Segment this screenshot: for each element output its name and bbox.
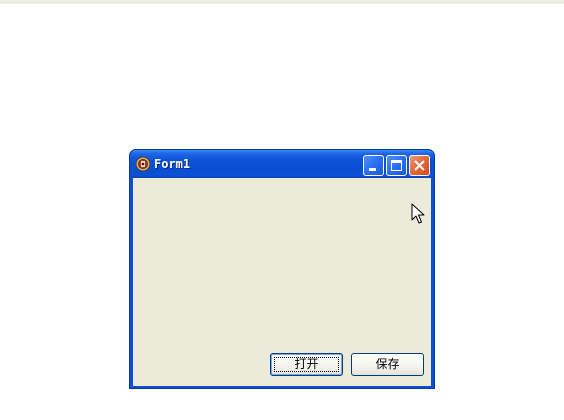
save-button-label: 保存 <box>375 357 400 371</box>
title-bar[interactable]: Form1 <box>130 150 434 178</box>
minimize-button[interactable] <box>363 155 384 176</box>
app-icon <box>135 156 151 172</box>
save-button[interactable]: 保存 <box>351 353 424 376</box>
maximize-button[interactable] <box>386 155 407 176</box>
client-area: 打开 保存 <box>133 178 431 386</box>
mouse-cursor-icon <box>411 203 425 224</box>
open-button[interactable]: 打开 <box>270 353 343 376</box>
close-button[interactable] <box>409 155 430 176</box>
open-button-label: 打开 <box>294 357 319 371</box>
window-title: Form1 <box>154 157 191 171</box>
form1-window: Form1 打开 保存 <box>129 149 435 389</box>
desktop-top-strip <box>0 0 564 4</box>
maximize-icon <box>391 160 402 171</box>
close-icon <box>414 160 425 171</box>
minimize-icon <box>369 168 376 171</box>
